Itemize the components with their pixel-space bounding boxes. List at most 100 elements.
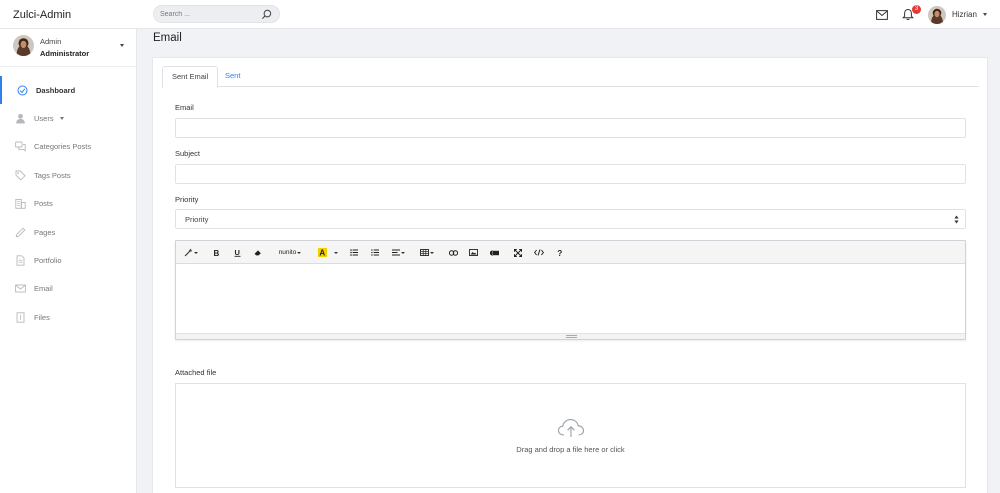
chevron-down-icon — [60, 117, 64, 121]
rich-text-editor: B U nunito A ? — [175, 240, 966, 340]
underline-button[interactable]: U — [232, 245, 242, 260]
file-dropzone[interactable]: Drag and drop a file here or click — [175, 383, 966, 488]
svg-text:?: ? — [557, 249, 562, 257]
attached-file-label: Attached file — [175, 368, 217, 377]
email-label: Email — [175, 103, 194, 112]
sidebar-profile[interactable]: Admin Administrator — [0, 29, 136, 67]
help-button[interactable]: ? — [555, 245, 565, 260]
priority-selected-value: Priority — [185, 215, 209, 224]
svg-text:B: B — [213, 249, 219, 257]
sidebar-item-email[interactable]: Email — [0, 275, 136, 303]
svg-text:U: U — [234, 248, 239, 257]
user-icon — [16, 113, 25, 124]
sidebar-item-files[interactable]: Files — [0, 303, 136, 331]
font-family-dropdown[interactable]: nunito — [277, 245, 303, 260]
video-icon — [489, 249, 499, 256]
magic-wand-button[interactable] — [183, 245, 199, 260]
user-menu-caret-icon[interactable] — [983, 13, 987, 16]
bold-button[interactable]: B — [211, 245, 221, 260]
bullet-list-icon — [350, 249, 358, 256]
text-color-caret[interactable] — [332, 245, 338, 260]
envelope-icon — [15, 284, 26, 293]
code-icon — [534, 249, 544, 256]
font-family-value: nunito — [278, 249, 297, 256]
editor-toolbar: B U nunito A ? — [176, 241, 965, 264]
editor-content-area[interactable] — [176, 264, 965, 334]
bold-icon: B — [213, 249, 219, 257]
sidebar-item-categories-posts[interactable]: Categories Posts — [0, 133, 136, 161]
comments-icon — [15, 142, 26, 153]
select-arrows-icon — [954, 215, 959, 224]
priority-label: Priority — [175, 195, 199, 204]
sidebar-item-portfolio[interactable]: Portfolio — [0, 246, 136, 274]
sidebar-item-label: Pages — [34, 227, 56, 237]
numbered-list-button[interactable] — [370, 245, 380, 260]
image-button[interactable] — [468, 245, 478, 260]
subject-label: Subject — [175, 149, 201, 158]
building-icon — [15, 199, 26, 210]
link-button[interactable] — [448, 245, 458, 260]
magic-wand-icon — [184, 248, 193, 257]
search-icon[interactable] — [261, 9, 272, 20]
sidebar-item-posts[interactable]: Posts — [0, 190, 136, 218]
align-icon — [391, 249, 400, 256]
sidebar-item-label: Categories Posts — [34, 142, 92, 152]
table-button[interactable] — [419, 245, 435, 260]
help-icon: ? — [557, 249, 562, 257]
app-brand[interactable]: Zulci-Admin — [13, 9, 71, 21]
user-name[interactable]: Hizrian — [952, 10, 977, 19]
bullet-list-button[interactable] — [349, 245, 359, 260]
text-color-button[interactable]: A — [316, 245, 328, 260]
video-button[interactable] — [489, 245, 499, 260]
underline-icon: U — [234, 248, 240, 257]
sidebar-item-users[interactable]: Users — [0, 104, 136, 132]
resize-grip-icon — [566, 335, 577, 338]
eraser-icon — [254, 250, 261, 256]
document-icon — [16, 255, 25, 266]
table-icon — [420, 249, 429, 256]
profile-caret-icon[interactable] — [120, 44, 124, 47]
numbered-list-icon — [371, 249, 379, 256]
subject-field[interactable] — [175, 164, 966, 184]
top-header: Zulci-Admin 3 Hizrian — [0, 0, 1000, 29]
notification-badge: 3 — [912, 5, 921, 14]
code-view-button[interactable] — [533, 245, 545, 260]
tab-sent[interactable]: Sent — [216, 66, 249, 87]
sidebar: Admin Administrator Dashboard Users Cate… — [0, 29, 137, 493]
svg-text:A: A — [319, 249, 325, 257]
sidebar-item-label: Dashboard — [36, 85, 76, 95]
tab-bar: Sent Email Sent — [162, 66, 979, 88]
email-form-card: Sent Email Sent Email Subject Priority P… — [152, 57, 988, 493]
paragraph-align-button[interactable] — [390, 245, 406, 260]
fullscreen-button[interactable] — [513, 245, 523, 260]
sidebar-item-label: Portfolio — [34, 256, 62, 266]
pencil-icon — [15, 227, 26, 238]
sidebar-item-dashboard[interactable]: Dashboard — [0, 76, 136, 105]
sidebar-item-pages[interactable]: Pages — [0, 218, 136, 246]
user-avatar[interactable] — [928, 6, 946, 24]
search-box[interactable] — [153, 5, 280, 23]
file-icon — [16, 312, 25, 323]
sidebar-item-tags-posts[interactable]: Tags Posts — [0, 161, 136, 189]
tab-sent-email[interactable]: Sent Email — [162, 66, 219, 88]
priority-select[interactable]: Priority — [175, 209, 966, 229]
tag-icon — [15, 170, 26, 181]
email-field[interactable] — [175, 118, 966, 138]
editor-resize-handle[interactable] — [176, 333, 965, 339]
text-color-icon: A — [317, 248, 327, 257]
search-input[interactable] — [160, 9, 255, 20]
profile-name: Admin — [40, 37, 62, 46]
image-icon — [468, 249, 478, 256]
dropzone-text: Drag and drop a file here or click — [516, 445, 625, 454]
page-title: Email — [153, 32, 182, 44]
sidebar-nav: Dashboard Users Categories Posts Tags Po… — [0, 76, 136, 332]
sidebar-item-label: Email — [34, 284, 53, 294]
fullscreen-icon — [514, 248, 522, 257]
sidebar-item-label: Users — [34, 114, 54, 124]
profile-role: Administrator — [40, 49, 90, 58]
sidebar-item-label: Posts — [34, 199, 53, 209]
sidebar-item-label: Tags Posts — [34, 170, 71, 180]
cloud-upload-icon — [557, 419, 585, 437]
mail-icon[interactable] — [876, 10, 888, 20]
eraser-button[interactable] — [253, 245, 263, 260]
